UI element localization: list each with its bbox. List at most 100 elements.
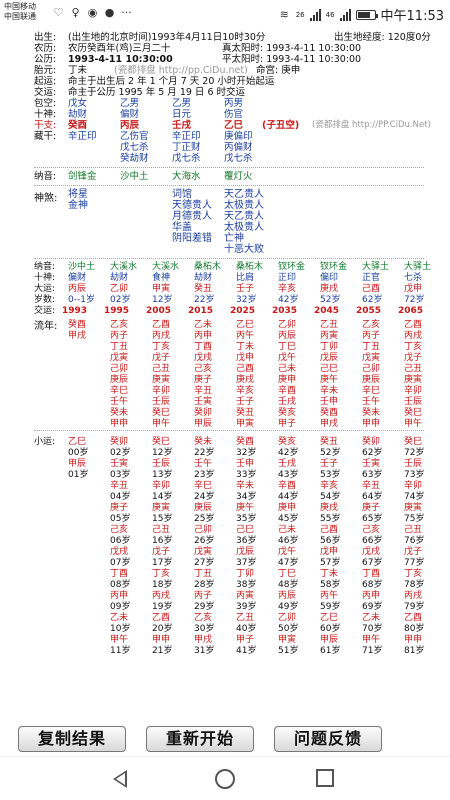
dayun-nayin-cell: 桑柘木	[236, 262, 264, 272]
taiyuan-line: 胎元: 丁未 (瓷都排盘 http://pp.CiDu.net) 命宫: 庚申	[34, 65, 301, 76]
home-icon[interactable]	[215, 769, 235, 789]
notification-icons: ♡ ♀ ◉ ● ···	[52, 6, 133, 19]
shield-check-icon: ♡	[53, 6, 64, 19]
dayun-table: 纳音: 沙中土 大溪水 大溪水 桑柘木 桑柘木 钗环金 钗环金 大驿土 大驿土 十神: 偏财 劫财 食神 劫…	[34, 262, 450, 429]
dayun-nayin-cell: 桑柘木	[194, 262, 222, 272]
xiaoyun-age-cell: 01岁	[68, 470, 89, 480]
liunian-cell: 甲午	[152, 419, 171, 429]
dayun-dayun-cell: 戊申	[404, 284, 423, 294]
xiaoyun-table: 小运: 乙巳 00岁 甲辰 01岁 癸卯 02岁 壬寅 03岁 辛丑 04岁 庚子 05岁 己亥 06岁 戊戌…	[34, 434, 450, 656]
bazi-result: 出生: (出生地的北京时间)1993年4月11日10时30分 出生地经度: 120…	[0, 30, 450, 720]
dayun-years-cell: 2025	[230, 306, 256, 316]
row-label: 大运:	[34, 284, 56, 294]
liunian-cell: 甲戌	[68, 331, 87, 341]
dayun-shishen-row: 十神: 偏财 劫财 食神 劫财 比肩 正印 偏印 正官 七杀	[34, 273, 450, 284]
divider	[34, 167, 424, 168]
birth-line: 出生: (出生地的北京时间)1993年4月11日10时30分 出生地经度: 120…	[34, 32, 431, 43]
dayun-dayun-cell: 丙辰	[68, 284, 87, 294]
dayun-years-cell: 1993	[62, 306, 88, 316]
jiaoyun-line: 交运: 命主于公历 1995 年 5 月 19 日 6 时交运	[34, 87, 246, 98]
dayun-age-cell: 0--1岁	[68, 295, 95, 305]
liunian-block: 流年: 癸酉 甲戌 乙亥 丙子 丁丑 戊寅 己卯 庚辰 辛巳 壬午 癸未 甲申 乙酉 丙戌 丁亥 戊子 己丑 庚寅辛…	[34, 317, 450, 429]
wifi-icon: ≋	[279, 8, 289, 21]
dayun-shishen-cell: 劫财	[194, 273, 213, 283]
action-bar: 复制结果 重新开始 问题反馈	[0, 722, 450, 756]
liunian-cell: 甲申	[362, 419, 381, 429]
more-icon: ···	[121, 6, 132, 19]
dayun-shishen-cell: 比肩	[236, 273, 255, 283]
divider	[34, 185, 424, 186]
qiyun-line: 起运: 命主于出生后 2 年 1 个月 7 天 20 小时开始起运	[34, 76, 275, 87]
row-label: 岁数:	[34, 295, 56, 305]
copy-result-button[interactable]: 复制结果	[18, 726, 126, 752]
divider	[34, 430, 424, 431]
row-label: 交运:	[34, 306, 56, 316]
carrier-labels: 中国移动 中国联通	[4, 2, 36, 22]
q-app-icon: ◉	[87, 6, 98, 19]
dayun-nayin-cell: 大溪水	[110, 262, 138, 272]
row-label: 小运:	[34, 437, 56, 447]
xiaoyun-age-cell: 11岁	[110, 646, 131, 656]
row-label: 流年:	[34, 321, 58, 332]
liunian-cell: 甲子	[278, 419, 297, 429]
dayun-years-cell: 2065	[398, 306, 424, 316]
canggan-row-2: 戊七杀 丁正财 丙偏财	[120, 142, 253, 153]
xiaoyun-block: 小运: 乙巳 00岁 甲辰 01岁 癸卯 02岁 壬寅 03岁 辛丑 04岁 庚子 05岁 己亥 06岁 戊戌…	[34, 434, 450, 656]
system-nav-bar	[0, 756, 450, 800]
dayun-dayun-cell: 乙卯	[110, 284, 129, 294]
signal-icon	[309, 8, 321, 21]
location-icon: ♀	[71, 6, 80, 19]
dayun-years-cell: 2015	[188, 306, 214, 316]
feedback-button[interactable]: 问题反馈	[274, 726, 382, 752]
dayun-age-cell: 52岁	[320, 295, 341, 305]
status-bar: 中国移动 中国联通 ♡ ♀ ◉ ● ··· ≋ 26 46 中午11:53	[0, 0, 450, 30]
chat-icon: ●	[104, 6, 115, 19]
liunian-cell: 甲寅	[236, 419, 255, 429]
recent-apps-icon[interactable]	[316, 769, 334, 787]
network-type-1: 26	[295, 10, 305, 19]
canggan-row-3: 癸劫财 戊七杀 戊七杀	[120, 153, 253, 164]
dayun-shishen-cell: 偏印	[320, 273, 339, 283]
liunian-cell: 甲午	[404, 419, 423, 429]
dayun-years-cell: 2035	[272, 306, 298, 316]
dayun-nayin-cell: 钗环金	[278, 262, 306, 272]
dayun-age-cell: 22岁	[194, 295, 215, 305]
gongli-line: 公历: 1993-4-11 10:30:00 平太阳时: 1993-4-11 10…	[34, 54, 362, 65]
dayun-nayin-cell: 钗环金	[320, 262, 348, 272]
xiaoyun-age-cell: 71岁	[362, 646, 383, 656]
dayun-nayin-cell: 沙中土	[68, 262, 96, 272]
lunar-line: 农历: 农历癸酉年(鸡)三月二十 真太阳时: 1993-4-11 10:30:00	[34, 43, 362, 54]
dayun-years-cell: 2005	[146, 306, 172, 316]
dayun-shishen-cell: 七杀	[404, 273, 423, 283]
clock: 中午11:53	[380, 9, 444, 24]
restart-button[interactable]: 重新开始	[146, 726, 254, 752]
dayun-dayun-cell: 辛亥	[278, 284, 297, 294]
xiaoyun-age-cell: 21岁	[152, 646, 173, 656]
dayun-age-cell: 12岁	[152, 295, 173, 305]
xiaoyun-age-cell: 81岁	[404, 646, 425, 656]
dayun-shishen-cell: 正官	[362, 273, 381, 283]
dayun-shishen-cell: 正印	[278, 273, 297, 283]
carrier-1: 中国移动	[4, 2, 36, 11]
dayun-dayun-cell: 癸丑	[194, 284, 213, 294]
network-type-2: 46	[325, 10, 335, 19]
dayun-age-cell: 02岁	[110, 295, 131, 305]
liunian-cell: 甲申	[110, 419, 129, 429]
dayun-nayin-cell: 大驿土	[404, 262, 432, 272]
shishen-row: 十神: 劫财 偏财 日元 伤官	[34, 109, 244, 120]
liunian-cell: 甲戌	[320, 419, 339, 429]
dayun-shishen-cell: 劫财	[110, 273, 129, 283]
back-icon[interactable]	[113, 770, 127, 788]
shensha-block: 神煞: 将星 金神 词馆 天德贵人 月德贵人 华盖 阴阳差错 天乙贵人 太极贵人…	[34, 189, 264, 255]
dayun-dayun-cell: 己酉	[362, 284, 381, 294]
dayun-nayin-row: 纳音: 沙中土 大溪水 大溪水 桑柘木 桑柘木 钗环金 钗环金 大驿土 大驿土	[34, 262, 450, 273]
dayun-age-cell: 32岁	[236, 295, 257, 305]
dayun-nayin-cell: 大溪水	[152, 262, 180, 272]
battery-icon	[355, 9, 378, 20]
dayun-years-cell: 2045	[314, 306, 340, 316]
dayun-dayun-cell: 甲寅	[152, 284, 171, 294]
dayun-dayun-row: 大运: 丙辰 乙卯 甲寅 癸丑 壬子 辛亥 庚戌 己酉 戊申	[34, 284, 450, 295]
dayun-age-row: 岁数: 0--1岁 02岁 12岁 22岁 32岁 42岁 52岁 62岁 72岁	[34, 295, 450, 306]
nayin-row: 纳音: 剑锋金 沙中土 大海水 覆灯火	[34, 171, 253, 182]
dayun-age-cell: 42岁	[278, 295, 299, 305]
